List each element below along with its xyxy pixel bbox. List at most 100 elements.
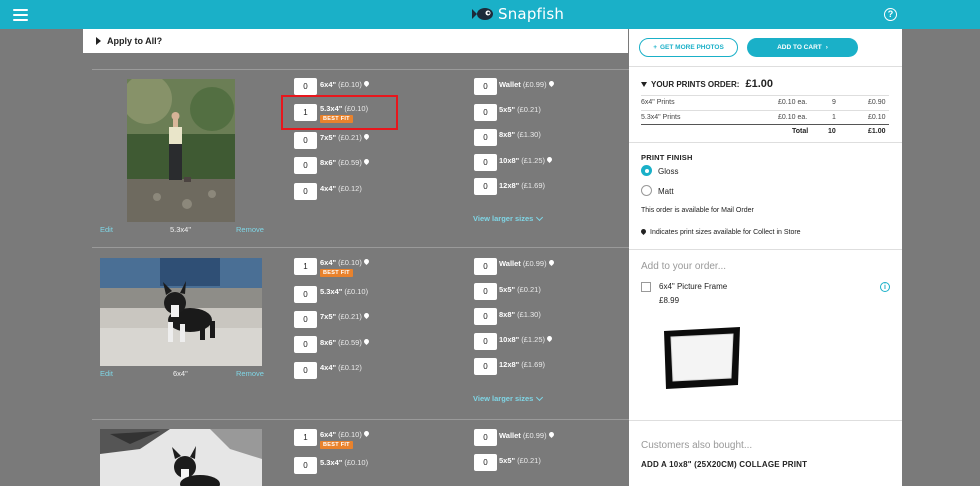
- quantity-input[interactable]: 0: [294, 286, 317, 303]
- quantity-input[interactable]: 0: [294, 362, 317, 379]
- map-pin-icon: [549, 432, 554, 439]
- order-total: £1.00: [745, 78, 773, 90]
- caret-right-icon: [96, 37, 101, 45]
- view-larger-sizes-link[interactable]: View larger sizes: [473, 393, 544, 403]
- print-size-label: 5.3x4" (£0.10): [320, 458, 369, 467]
- quantity-input[interactable]: 1: [294, 429, 317, 446]
- gloss-radio[interactable]: [641, 165, 652, 176]
- print-size-label: 8x8" (£1.30): [499, 130, 541, 139]
- edit-photo-link[interactable]: Edit: [100, 225, 113, 234]
- chevron-down-icon: [536, 393, 544, 401]
- print-size-label: 5x5" (£0.21): [499, 285, 541, 294]
- add-to-cart-button[interactable]: ADD TO CART ›: [747, 38, 858, 57]
- hamburger-menu-icon[interactable]: [13, 9, 28, 21]
- quantity-input[interactable]: 0: [474, 258, 497, 275]
- print-finish-title: PRINT FINISH: [641, 153, 693, 162]
- row-divider: [92, 247, 629, 248]
- mail-order-note: This order is available for Mail Order: [641, 207, 754, 214]
- remove-photo-link[interactable]: Remove: [236, 369, 264, 378]
- print-size-label: 12x8" (£1.69): [499, 181, 546, 190]
- fish-logo-icon: [472, 8, 493, 20]
- order-row-each: £0.10 ea.: [778, 114, 808, 121]
- order-row-qty: 9: [832, 99, 836, 106]
- photo-thumbnail-woman-forest[interactable]: [127, 79, 235, 222]
- print-size-label: 6x4" (£0.10): [320, 258, 369, 267]
- chevron-right-icon: ›: [825, 44, 828, 51]
- print-size-label: Wallet (£0.99): [499, 259, 554, 268]
- get-more-photos-button[interactable]: + GET MORE PHOTOS: [639, 38, 738, 57]
- picture-frame-checkbox[interactable]: [641, 282, 651, 292]
- photo-thumbnail-puppy[interactable]: [100, 258, 262, 366]
- info-icon[interactable]: i: [880, 282, 890, 292]
- brand-name: Snapfish: [498, 5, 565, 23]
- map-pin-icon: [549, 81, 554, 88]
- order-row-each: £0.10 ea.: [778, 99, 808, 106]
- brand-logo[interactable]: Snapfish: [472, 5, 564, 23]
- print-size-label: Wallet (£0.99): [499, 431, 554, 440]
- quantity-input[interactable]: 0: [474, 454, 497, 471]
- quantity-input[interactable]: 0: [294, 78, 317, 95]
- quantity-input[interactable]: 0: [294, 336, 317, 353]
- map-pin-icon: [547, 336, 552, 343]
- order-row-qty: 1: [832, 114, 836, 121]
- map-pin-icon: [364, 339, 369, 346]
- collect-in-store-note: Indicates print sizes available for Coll…: [641, 229, 801, 236]
- quantity-input[interactable]: 1: [294, 258, 317, 275]
- quantity-input[interactable]: 0: [294, 457, 317, 474]
- print-size-label: Wallet (£0.99): [499, 80, 554, 89]
- edit-photo-link[interactable]: Edit: [100, 369, 113, 378]
- selected-size-highlight: [281, 95, 398, 130]
- map-pin-icon: [364, 134, 369, 141]
- quantity-input[interactable]: 0: [294, 157, 317, 174]
- apply-to-all-toggle[interactable]: Apply to All?: [83, 29, 628, 53]
- order-summary-panel: [629, 29, 902, 486]
- quantity-input[interactable]: 0: [294, 132, 317, 149]
- print-size-label: 12x8" (£1.69): [499, 360, 546, 369]
- matt-label: Matt: [658, 187, 674, 196]
- print-size-label: 5x5" (£0.21): [499, 105, 541, 114]
- view-larger-sizes-link[interactable]: View larger sizes: [473, 213, 544, 223]
- quantity-input[interactable]: 0: [294, 183, 317, 200]
- print-size-label: 5.3x4" (£0.10): [320, 287, 369, 296]
- remove-photo-link[interactable]: Remove: [236, 225, 264, 234]
- divider: [629, 420, 902, 421]
- quantity-input[interactable]: 0: [474, 104, 497, 121]
- print-size-label: 6x4" (£0.10): [320, 80, 369, 89]
- divider: [629, 142, 902, 143]
- quantity-input[interactable]: 0: [474, 308, 497, 325]
- quantity-input[interactable]: 0: [474, 283, 497, 300]
- order-row-total: £0.10: [868, 114, 886, 121]
- table-rule: [641, 124, 889, 125]
- chevron-down-icon: [536, 213, 544, 221]
- row-divider: [92, 419, 629, 420]
- quantity-input[interactable]: 0: [474, 333, 497, 350]
- map-pin-icon: [364, 259, 369, 266]
- also-bought-title: Customers also bought...: [641, 440, 753, 451]
- print-size-label: 8x8" (£1.30): [499, 310, 541, 319]
- quantity-input[interactable]: 0: [474, 178, 497, 195]
- map-pin-icon: [549, 260, 554, 267]
- quantity-input[interactable]: 0: [474, 429, 497, 446]
- collage-print-offer[interactable]: ADD A 10x8" (25X20CM) COLLAGE PRINT: [641, 460, 807, 469]
- print-size-label: 7x5" (£0.21): [320, 312, 369, 321]
- print-size-label: 8x6" (£0.59): [320, 158, 369, 167]
- right-gutter: [902, 29, 980, 486]
- photo-thumbnail-puppy-bw[interactable]: [100, 429, 262, 486]
- map-pin-icon: [364, 81, 369, 88]
- prints-order-toggle[interactable]: YOUR PRINTS ORDER: £1.00: [641, 78, 773, 90]
- apply-to-all-label: Apply to All?: [107, 36, 163, 46]
- print-size-label: 4x4" (£0.12): [320, 184, 362, 193]
- print-size-label: 5x5" (£0.21): [499, 456, 541, 465]
- help-icon[interactable]: ?: [884, 8, 897, 21]
- print-size-label: 6x4" (£0.10): [320, 430, 369, 439]
- print-size-label: 4x4" (£0.12): [320, 363, 362, 372]
- quantity-input[interactable]: 0: [474, 129, 497, 146]
- quantity-input[interactable]: 0: [474, 358, 497, 375]
- addon-label: 6x4" Picture Frame: [659, 282, 728, 291]
- quantity-input[interactable]: 0: [474, 154, 497, 171]
- print-size-label: 8x6" (£0.59): [320, 338, 369, 347]
- matt-radio[interactable]: [641, 185, 652, 196]
- addon-price: £8.99: [659, 296, 680, 305]
- quantity-input[interactable]: 0: [474, 78, 497, 95]
- quantity-input[interactable]: 0: [294, 311, 317, 328]
